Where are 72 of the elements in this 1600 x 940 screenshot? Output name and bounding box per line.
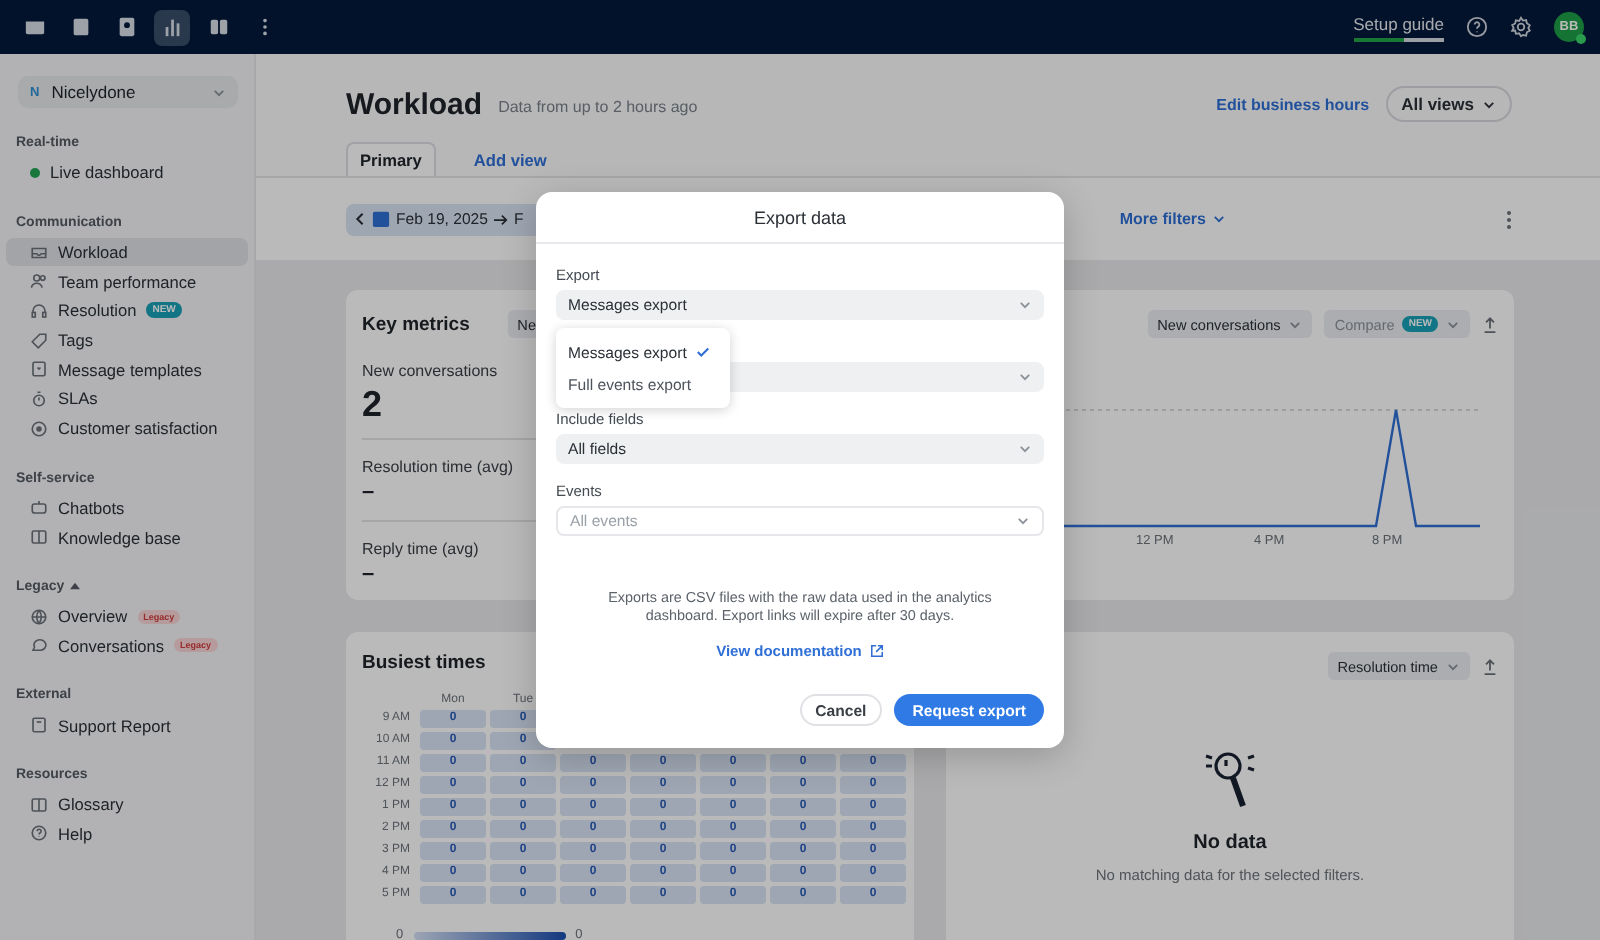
sidebar-item[interactable]: Help	[6, 819, 248, 849]
sidebar-item[interactable]: Knowledge base	[6, 522, 248, 552]
arrow-right-icon	[493, 213, 508, 225]
robot-icon	[30, 498, 48, 517]
chevron-down-icon	[1446, 317, 1460, 331]
caret-up-icon[interactable]	[70, 582, 81, 591]
chat-bubble-icon	[30, 636, 48, 655]
settings-icon[interactable]	[1510, 16, 1532, 38]
sidebar-item[interactable]: Team performance	[6, 266, 248, 297]
views-button[interactable]: All views	[1385, 86, 1512, 122]
status-dot-icon	[30, 167, 40, 178]
calendar-icon	[372, 210, 390, 228]
inbox-icon	[30, 243, 48, 262]
setup-guide-link[interactable]: Setup guide	[1353, 13, 1444, 41]
sidebar-item[interactable]: Support Report	[6, 710, 248, 740]
card-title: Key metrics	[362, 313, 470, 335]
headset-icon	[30, 301, 48, 320]
empty-title: No data	[1193, 832, 1267, 854]
app-nav-button[interactable]	[154, 9, 190, 45]
contact-card-icon	[115, 16, 137, 38]
sidebar-item[interactable]: Glossary	[6, 789, 248, 820]
chevron-down-icon	[1288, 317, 1303, 331]
help-icon	[30, 824, 48, 843]
bar-chart-icon	[161, 16, 183, 38]
sidebar-item[interactable]: Customer satisfaction	[6, 413, 248, 443]
more-filters-link[interactable]: More filters	[1119, 210, 1226, 228]
check-icon	[696, 346, 711, 358]
sidebar-item[interactable]: Workload	[6, 237, 248, 267]
sidebar-item[interactable]: Live dashboard	[6, 158, 248, 188]
sidebar-item[interactable]: SLAs	[6, 384, 248, 414]
chevron-left-icon	[354, 212, 366, 226]
chevron-down-icon	[1212, 212, 1226, 226]
metric-value: –	[362, 564, 375, 586]
chevron-down-icon	[1446, 659, 1460, 673]
chevron-down-icon	[1018, 298, 1032, 312]
page-title: Workload	[346, 87, 483, 121]
page-subtitle: Data from up to 2 hours ago	[498, 98, 698, 116]
edit-hours-link[interactable]: Edit business hours	[1216, 95, 1370, 113]
chevron-down-icon	[212, 85, 226, 99]
export-icon[interactable]	[1482, 315, 1498, 333]
sidebar-item[interactable]: Tags	[6, 325, 248, 355]
book-icon	[30, 795, 48, 814]
users-icon	[30, 272, 48, 291]
chevron-down-icon	[1016, 514, 1030, 528]
card-title: Busiest times	[362, 652, 488, 674]
export-icon[interactable]	[1482, 657, 1498, 675]
metric-value: –	[362, 482, 375, 504]
more-icon[interactable]	[1506, 209, 1512, 229]
columns-icon	[207, 16, 229, 38]
calendar-icon	[69, 16, 91, 38]
chevron-down-icon	[1018, 442, 1032, 456]
book-icon	[30, 528, 48, 547]
view-tab[interactable]: Primary	[346, 142, 436, 176]
view-tab[interactable]: Add view	[459, 142, 561, 176]
metric-label: Reply time (avg)	[362, 540, 479, 558]
help-icon[interactable]	[1466, 16, 1488, 38]
timer-icon	[30, 389, 48, 408]
document-icon	[30, 716, 48, 735]
external-link-icon	[869, 644, 884, 658]
sidebar-item[interactable]: Chatbots	[6, 493, 248, 523]
inbox-icon	[23, 16, 45, 38]
tag-icon	[30, 331, 48, 350]
sidebar-item[interactable]: Message templates	[6, 354, 248, 385]
metric-label: Resolution time (avg)	[362, 458, 514, 476]
chevron-down-icon	[1482, 97, 1496, 111]
metric-value: 2	[362, 386, 383, 422]
star-circle-icon	[30, 419, 48, 438]
template-icon	[30, 360, 48, 379]
metric-label: New conversations	[362, 362, 498, 380]
dialog-title: Export data	[753, 207, 847, 227]
globe-icon	[30, 607, 48, 626]
chevron-down-icon	[1018, 370, 1032, 384]
